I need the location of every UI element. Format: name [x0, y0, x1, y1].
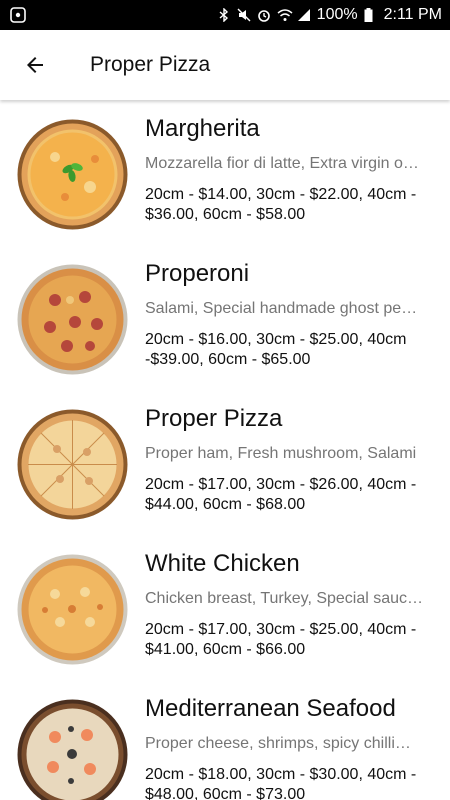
item-name: Mediterranean Seafood — [145, 695, 396, 722]
pizza-image — [17, 409, 128, 520]
pizza-image — [17, 264, 128, 375]
status-bar: 100% 2:11 PM — [0, 0, 450, 30]
list-item[interactable]: Margherita Mozzarella fior di latte, Ext… — [0, 100, 450, 245]
list-item[interactable]: Proper Pizza Proper ham, Fresh mushroom,… — [0, 390, 450, 535]
item-prices: 20cm - $18.00, 30cm - $30.00, 40cm - $48… — [145, 766, 417, 800]
list-item[interactable]: Mediterranean Seafood Proper cheese, shr… — [0, 680, 450, 800]
item-description: Proper ham, Fresh mushroom, Salami — [145, 445, 417, 462]
battery-percent: 100% — [316, 6, 358, 23]
notification-icon — [10, 7, 26, 28]
mute-icon — [237, 8, 251, 22]
clock: 2:11 PM — [383, 6, 442, 23]
arrow-back-icon — [27, 57, 43, 73]
app-bar: Proper Pizza — [0, 30, 450, 100]
back-button[interactable] — [0, 30, 70, 100]
item-description: Mozzarella fior di latte, Extra virgin o… — [145, 155, 419, 172]
item-prices: 20cm - $16.00, 30cm - $25.00, 40cm -$39.… — [145, 331, 407, 368]
item-prices: 20cm - $17.00, 30cm - $25.00, 40cm - $41… — [145, 621, 417, 658]
alarm-icon — [257, 8, 271, 22]
pizza-list[interactable]: Margherita Mozzarella fior di latte, Ext… — [0, 100, 450, 800]
list-item[interactable]: White Chicken Chicken breast, Turkey, Sp… — [0, 535, 450, 680]
bluetooth-icon — [217, 7, 231, 23]
item-name: Margherita — [145, 115, 260, 142]
item-description: Chicken breast, Turkey, Special sauc… — [145, 590, 424, 607]
page-title: Proper Pizza — [90, 53, 211, 76]
item-name: White Chicken — [145, 550, 300, 577]
pizza-image — [17, 119, 128, 230]
wifi-icon — [277, 8, 293, 22]
battery-icon — [364, 8, 378, 22]
item-description: Salami, Special handmade ghost pe… — [145, 300, 418, 317]
pizza-image — [17, 554, 128, 665]
item-prices: 20cm - $14.00, 30cm - $22.00, 40cm - $36… — [145, 186, 417, 223]
item-name: Properoni — [145, 260, 250, 287]
pizza-image — [17, 699, 128, 800]
item-description: Proper cheese, shrimps, spicy chilli… — [145, 735, 411, 752]
signal-icon — [297, 8, 311, 22]
item-prices: 20cm - $17.00, 30cm - $26.00, 40cm - $44… — [145, 476, 417, 513]
list-item[interactable]: Properoni Salami, Special handmade ghost… — [0, 245, 450, 390]
item-name: Proper Pizza — [145, 405, 283, 432]
